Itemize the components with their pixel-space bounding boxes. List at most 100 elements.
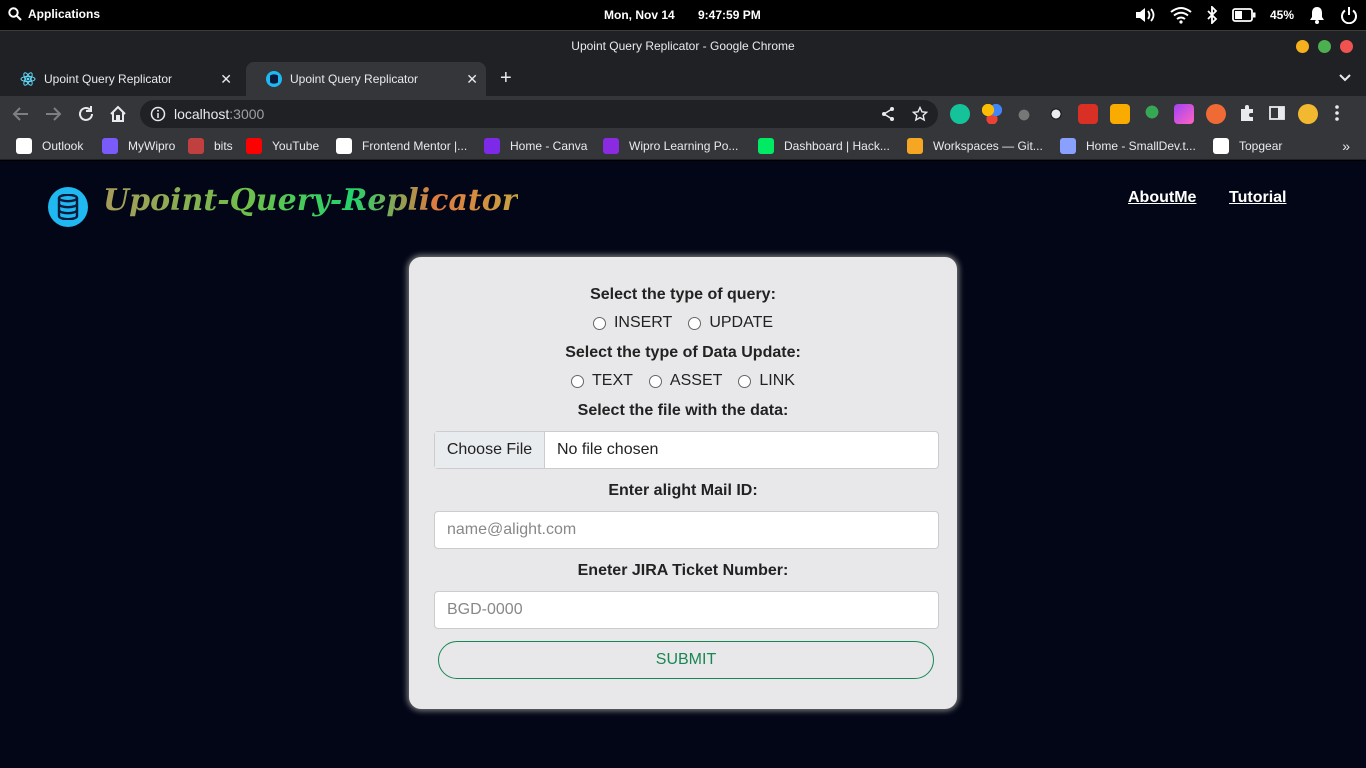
- tab-label: Upoint Query Replicator: [44, 72, 173, 86]
- applications-menu[interactable]: Applications: [8, 7, 100, 21]
- bookmark-favicon-icon: [16, 138, 32, 154]
- jira-label: Eneter JIRA Ticket Number:: [577, 562, 789, 579]
- tab-label: Upoint Query Replicator: [290, 72, 419, 86]
- radio-button[interactable]: [571, 374, 585, 388]
- bluetooth-icon[interactable]: [1206, 6, 1218, 24]
- tab-search-chevron-icon[interactable]: [1338, 71, 1352, 85]
- bookmark-favicon-icon: [1060, 138, 1076, 154]
- close-tab-icon[interactable]: ✕: [220, 71, 232, 88]
- red-extension-icon[interactable]: [1078, 104, 1098, 124]
- puzzle-extensions-icon[interactable]: [1238, 104, 1256, 122]
- minimize-button[interactable]: [1296, 40, 1309, 53]
- color-dots-extension-icon[interactable]: [982, 104, 1002, 124]
- nav-about-me[interactable]: AboutMe: [1128, 189, 1196, 207]
- bookmark-item[interactable]: Workspaces — Git...: [907, 138, 1043, 154]
- bottle-extension-icon[interactable]: [1014, 104, 1034, 124]
- jira-ticket-input[interactable]: BGD-0000: [434, 591, 939, 629]
- database-logo-icon[interactable]: [48, 187, 88, 227]
- radio-button[interactable]: [648, 374, 662, 388]
- forward-arrow-icon[interactable]: [44, 105, 62, 123]
- url-port: :3000: [229, 106, 265, 122]
- new-tab-button[interactable]: +: [500, 68, 512, 88]
- kebab-menu-icon[interactable]: [1330, 104, 1344, 122]
- tab-0[interactable]: Upoint Query Replicator ✕: [0, 62, 240, 96]
- system-tray: 45%: [1134, 5, 1358, 25]
- home-icon[interactable]: [109, 105, 127, 123]
- database-icon: [266, 71, 282, 87]
- bookmark-item[interactable]: Frontend Mentor |...: [336, 138, 467, 154]
- close-tab-icon[interactable]: ✕: [466, 71, 478, 88]
- close-window-button[interactable]: [1340, 40, 1353, 53]
- mail-input[interactable]: name@alight.com: [434, 511, 939, 549]
- file-input[interactable]: Choose File No file chosen: [434, 431, 939, 469]
- submit-button[interactable]: SUBMIT: [438, 641, 934, 679]
- clock-time[interactable]: 9:47:59 PM: [698, 8, 761, 22]
- notification-bell-icon[interactable]: [1308, 6, 1326, 24]
- radio-button[interactable]: [688, 316, 702, 330]
- gear-extension-icon[interactable]: [1046, 104, 1066, 124]
- bookmark-item[interactable]: Home - SmallDev.t...: [1060, 138, 1196, 154]
- browser-toolbar: localhost:3000: [0, 96, 1366, 132]
- bookmark-item[interactable]: YouTube: [246, 138, 319, 154]
- radio-button[interactable]: [738, 374, 752, 388]
- data-type-label: Select the type of Data Update:: [565, 344, 801, 361]
- address-bar[interactable]: localhost:3000: [140, 100, 938, 128]
- wifi-icon[interactable]: [1170, 6, 1192, 24]
- bookmark-label: Workspaces — Git...: [933, 139, 1043, 153]
- bookmark-label: MyWipro: [128, 139, 176, 153]
- tree-extension-icon[interactable]: [1142, 104, 1162, 124]
- yellow-extension-icon[interactable]: [1110, 104, 1130, 124]
- bookmark-item[interactable]: bits: [188, 138, 233, 154]
- radio-text[interactable]: TEXT: [571, 372, 633, 390]
- reload-icon[interactable]: [77, 105, 95, 123]
- bookmark-label: Home - SmallDev.t...: [1086, 139, 1196, 153]
- volume-icon[interactable]: [1134, 6, 1156, 24]
- radio-update[interactable]: UPDATE: [688, 314, 773, 332]
- tab-strip: Upoint Query Replicator ✕ Upoint Query R…: [0, 62, 1366, 96]
- orange-extension-icon[interactable]: [1206, 104, 1226, 124]
- bookmark-item[interactable]: Topgear: [1213, 138, 1282, 154]
- bookmark-item[interactable]: Wipro Learning Po...: [603, 138, 738, 154]
- maximize-button[interactable]: [1318, 40, 1331, 53]
- clock-date[interactable]: Mon, Nov 14: [604, 8, 675, 22]
- bookmark-favicon-icon: [246, 138, 262, 154]
- bookmark-favicon-icon: [102, 138, 118, 154]
- side-panel-icon[interactable]: [1268, 104, 1286, 122]
- profile-avatar[interactable]: [1298, 104, 1318, 124]
- bookmark-label: YouTube: [272, 139, 320, 153]
- bookmark-favicon-icon: [484, 138, 500, 154]
- web-page: Upoint-Query-Replicator AboutMe Tutorial…: [0, 161, 1366, 768]
- back-arrow-icon[interactable]: [12, 105, 30, 123]
- window-title: Upoint Query Replicator - Google Chrome: [571, 39, 795, 53]
- bookmark-item[interactable]: Dashboard | Hack...: [758, 138, 890, 154]
- radio-asset[interactable]: ASSET: [648, 372, 722, 390]
- grammarly-extension-icon[interactable]: [950, 104, 970, 124]
- power-icon[interactable]: [1340, 6, 1358, 24]
- radio-label: TEXT: [592, 372, 633, 389]
- bookmark-label: Dashboard | Hack...: [784, 139, 890, 153]
- window-controls: [1296, 40, 1353, 53]
- bookmark-item[interactable]: MyWipro: [102, 138, 175, 154]
- brand-title[interactable]: Upoint-Query-Replicator: [103, 183, 518, 218]
- nav-tutorial[interactable]: Tutorial: [1229, 189, 1286, 207]
- purple-extension-icon[interactable]: [1174, 104, 1194, 124]
- battery-percent: 45%: [1269, 8, 1294, 22]
- bookmark-favicon-icon: [188, 138, 204, 154]
- tab-1[interactable]: Upoint Query Replicator ✕: [246, 62, 486, 96]
- site-info-icon[interactable]: [150, 106, 166, 122]
- choose-file-button[interactable]: Choose File: [435, 432, 545, 468]
- bookmark-item[interactable]: Home - Canva: [484, 138, 587, 154]
- radio-button[interactable]: [592, 316, 606, 330]
- bookmark-item[interactable]: Outlook: [16, 138, 83, 154]
- window-titlebar: Upoint Query Replicator - Google Chrome: [0, 30, 1366, 62]
- battery-icon[interactable]: [1232, 8, 1256, 22]
- share-icon[interactable]: [880, 106, 896, 122]
- bookmarks-overflow-icon[interactable]: »: [1342, 138, 1350, 154]
- os-top-bar: Applications Mon, Nov 14 9:47:59 PM 45%: [0, 0, 1366, 30]
- bookmark-star-icon[interactable]: [912, 106, 928, 122]
- react-icon: [20, 71, 36, 87]
- radio-insert[interactable]: INSERT: [592, 314, 672, 332]
- bookmark-label: bits: [214, 139, 233, 153]
- mail-label: Enter alight Mail ID:: [608, 482, 758, 499]
- radio-link[interactable]: LINK: [738, 372, 795, 390]
